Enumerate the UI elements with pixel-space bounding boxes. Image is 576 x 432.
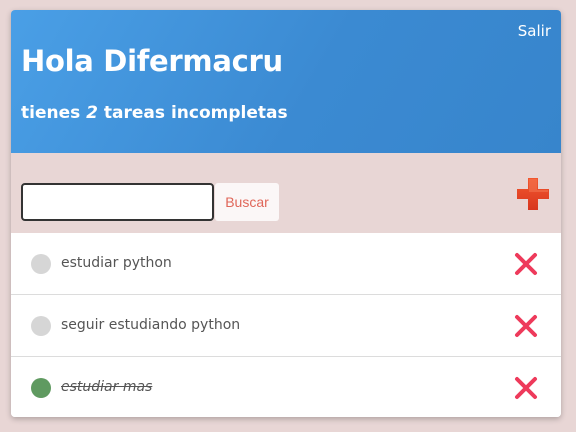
page-title: Hola Difermacru — [21, 44, 283, 78]
todo-card: Salir Hola Difermacru tienes 2 tareas in… — [11, 10, 561, 417]
close-icon[interactable] — [514, 252, 538, 276]
close-icon[interactable] — [514, 314, 538, 338]
search-button[interactable]: Buscar — [215, 183, 279, 221]
task-item: estudiar python — [11, 233, 561, 295]
task-text: estudiar python — [61, 255, 172, 271]
summary-suffix: tareas incompletas — [98, 103, 288, 123]
summary-prefix: tienes — [21, 103, 87, 123]
task-list: estudiar python seguir estudiando python e… — [11, 233, 561, 417]
incomplete-summary: tienes 2 tareas incompletas — [21, 103, 288, 123]
task-item: seguir estudiando python — [11, 295, 561, 357]
search-input[interactable] — [21, 183, 214, 221]
task-text: seguir estudiando python — [61, 317, 241, 333]
header: Salir Hola Difermacru tienes 2 tareas in… — [11, 10, 561, 153]
task-complete-toggle[interactable] — [31, 254, 51, 274]
incomplete-count: 2 — [86, 103, 98, 123]
plus-icon[interactable] — [517, 178, 549, 210]
logout-link[interactable]: Salir — [518, 22, 551, 40]
task-complete-toggle[interactable] — [31, 316, 51, 336]
task-text: estudiar mas — [61, 379, 153, 395]
task-item: estudiar mas — [11, 357, 561, 417]
search-bar: Buscar — [11, 153, 561, 233]
close-icon[interactable] — [514, 376, 538, 400]
task-complete-toggle-done[interactable] — [31, 378, 51, 398]
